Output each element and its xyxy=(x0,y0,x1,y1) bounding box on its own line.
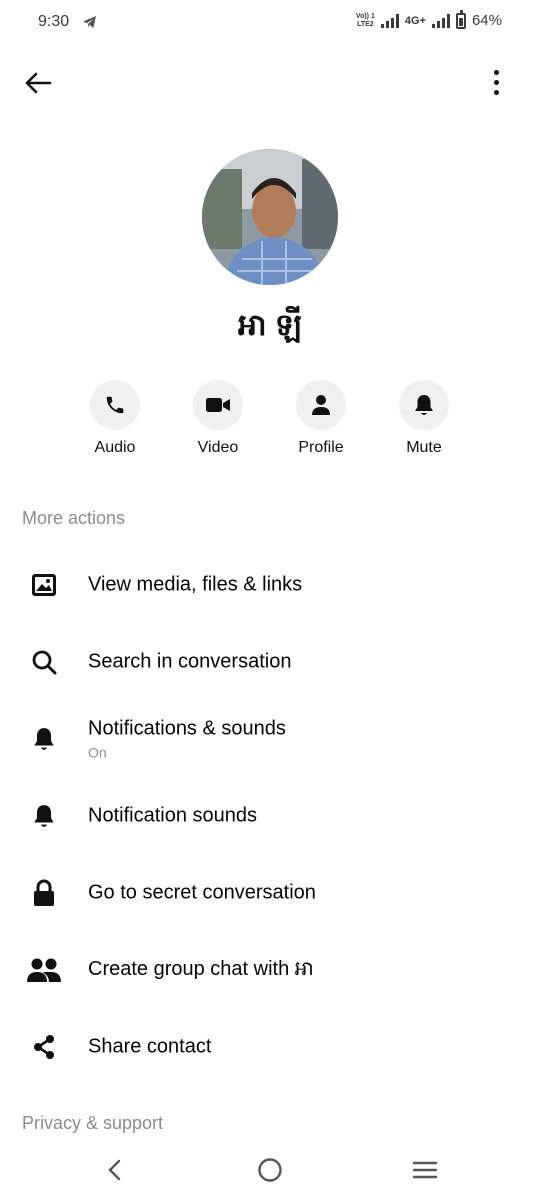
battery-percent: 64% xyxy=(471,12,502,29)
video-label: Video xyxy=(197,439,239,456)
mute-circle[interactable] xyxy=(399,380,449,430)
status-indicators: Vo)) 1 LTE2 4G+ 64% xyxy=(355,9,502,29)
back-button[interactable] xyxy=(20,66,56,100)
bell-icon xyxy=(415,395,433,415)
system-nav-bar xyxy=(0,1140,540,1200)
network-type: 4G+ xyxy=(404,14,426,27)
menu-item-title: Create group chat with អា xyxy=(88,958,314,980)
menu-item-title: Go to secret conversation xyxy=(88,881,316,904)
video-call-button[interactable]: Video xyxy=(178,380,258,457)
video-call-circle[interactable] xyxy=(193,380,243,430)
mute-button[interactable]: Mute xyxy=(384,380,464,457)
more-options-button[interactable] xyxy=(486,64,506,100)
menu-item-subtitle: On xyxy=(88,744,107,761)
audio-call-circle[interactable] xyxy=(90,380,140,430)
mute-label: Mute xyxy=(406,439,442,456)
menu-item-title: Notifications & sounds xyxy=(88,717,286,740)
volte-indicator: Vo)) 1 LTE2 xyxy=(355,12,375,28)
bell-icon xyxy=(26,801,62,831)
nav-back-button[interactable] xyxy=(95,1150,135,1190)
menu-item-title: View media, files & links xyxy=(88,573,303,596)
status-time: 9:30 xyxy=(38,13,70,30)
status-bar: 9:30 Vo)) 1 LTE2 4G+ 64% xyxy=(0,0,540,44)
menu-item-create-group[interactable]: Create group chat with អា xyxy=(0,935,540,1005)
menu-item-notification-sounds[interactable]: Notification sounds xyxy=(0,781,540,851)
menu-item-title: Notification sounds xyxy=(88,804,257,827)
profile-label: Profile xyxy=(298,439,344,456)
dot xyxy=(493,89,499,95)
menu-item-share-contact[interactable]: Share contact xyxy=(0,1012,540,1082)
signal-1-icon xyxy=(380,13,399,28)
people-icon xyxy=(26,955,62,985)
phone-icon xyxy=(106,396,124,414)
chevron-left-icon xyxy=(108,1159,121,1181)
arrow-left-icon xyxy=(25,72,52,94)
menu-item-title: Share contact xyxy=(88,1035,212,1058)
telegram-icon xyxy=(83,16,96,28)
person-icon xyxy=(312,395,330,415)
menu-item-title: Search in conversation xyxy=(88,650,292,673)
audio-call-button[interactable]: Audio xyxy=(75,380,155,457)
nav-recents-button[interactable] xyxy=(405,1150,445,1190)
share-icon xyxy=(26,1032,62,1062)
image-icon xyxy=(26,570,62,600)
signal-2-icon xyxy=(431,13,450,28)
profile-name: អា ឡី xyxy=(238,309,302,342)
menu-lines-icon xyxy=(412,1161,438,1179)
avatar-photo xyxy=(202,149,338,285)
dot xyxy=(493,69,499,75)
menu-item-view-media[interactable]: View media, files & links xyxy=(0,550,540,620)
dot xyxy=(493,79,499,85)
profile-button[interactable]: Profile xyxy=(281,380,361,457)
search-icon xyxy=(26,647,62,677)
section-more-actions: More actions xyxy=(22,508,126,528)
circle-home-icon xyxy=(258,1158,282,1182)
video-camera-icon xyxy=(206,398,230,412)
nav-home-button[interactable] xyxy=(250,1150,290,1190)
menu-item-secret-conversation[interactable]: Go to secret conversation xyxy=(0,858,540,928)
section-privacy-support: Privacy & support xyxy=(22,1113,164,1133)
battery-icon xyxy=(455,9,466,29)
avatar[interactable] xyxy=(202,149,338,285)
menu-item-search[interactable]: Search in conversation xyxy=(0,627,540,697)
audio-label: Audio xyxy=(94,439,136,456)
profile-circle[interactable] xyxy=(296,380,346,430)
bell-icon xyxy=(26,724,62,754)
menu-item-notifications[interactable]: Notifications & sounds On xyxy=(0,704,540,774)
lock-icon xyxy=(26,878,62,908)
